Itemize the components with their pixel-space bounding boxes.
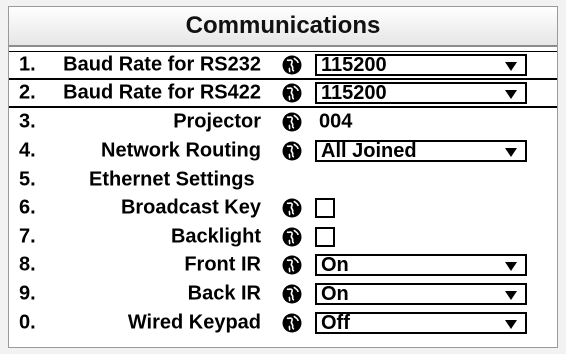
menu-row-ethernet-settings[interactable]: 5. Ethernet Settings	[9, 165, 557, 194]
triangle-down-icon	[505, 89, 517, 99]
globe-icon	[282, 112, 302, 132]
row-label: Front IR	[184, 253, 261, 276]
row-number: 9.	[19, 282, 36, 305]
projector-number: 004	[319, 110, 353, 133]
triangle-down-icon	[505, 61, 517, 71]
select-value: 115200	[321, 81, 387, 104]
triangle-down-icon	[505, 319, 517, 329]
menu-row-backlight[interactable]: 7. Backlight	[9, 223, 557, 252]
row-label: Baud Rate for RS422	[63, 81, 261, 104]
menu-row-back-ir[interactable]: 9. Back IR On	[9, 280, 557, 309]
triangle-down-icon	[505, 148, 517, 158]
projector-value[interactable]: 004	[315, 111, 352, 134]
front-ir-select[interactable]: On	[315, 254, 527, 277]
menu-title: Communications	[9, 7, 557, 47]
row-label: Wired Keypad	[127, 311, 261, 334]
baud-rs422-select[interactable]: 115200	[315, 81, 527, 104]
menu-row-front-ir[interactable]: 8. Front IR On	[9, 251, 557, 280]
globe-icon	[282, 198, 302, 218]
triangle-down-icon	[505, 291, 517, 301]
select-value: 115200	[321, 53, 387, 76]
row-label: Network Routing	[101, 139, 261, 162]
row-label: Projector	[173, 110, 261, 133]
row-number: 8.	[19, 253, 36, 276]
globe-icon	[282, 83, 302, 103]
select-value: All Joined	[321, 140, 417, 163]
menu-row-wired-keypad[interactable]: 0. Wired Keypad Off	[9, 308, 557, 337]
communications-menu: Communications 1. Baud Rate for RS232 11…	[8, 6, 558, 348]
row-number: 3.	[19, 110, 36, 133]
menu-rows: 1. Baud Rate for RS232 115200 2. Baud Ra…	[9, 51, 557, 337]
row-number: 6.	[19, 196, 36, 219]
row-number: 0.	[19, 311, 36, 334]
globe-icon	[282, 227, 302, 247]
broadcast-key-checkbox[interactable]	[315, 198, 335, 219]
row-label: Backlight	[170, 225, 261, 248]
row-label: Back IR	[187, 282, 261, 305]
globe-icon	[282, 255, 302, 275]
row-label: Baud Rate for RS232	[63, 53, 261, 76]
baud-rs232-select[interactable]: 115200	[315, 53, 527, 76]
select-value: On	[321, 283, 349, 306]
globe-icon	[282, 284, 302, 304]
globe-icon	[282, 55, 302, 75]
wired-keypad-select[interactable]: Off	[315, 311, 527, 334]
menu-row-baud-rs422[interactable]: 2. Baud Rate for RS422 115200	[9, 79, 557, 109]
row-number: 2.	[19, 81, 36, 104]
row-number: 7.	[19, 225, 36, 248]
menu-row-projector[interactable]: 3. Projector 004	[9, 108, 557, 137]
menu-row-broadcast-key[interactable]: 6. Broadcast Key	[9, 194, 557, 223]
network-routing-select[interactable]: All Joined	[315, 140, 527, 163]
backlight-checkbox[interactable]	[315, 226, 335, 247]
triangle-down-icon	[505, 262, 517, 272]
globe-icon	[282, 313, 302, 333]
back-ir-select[interactable]: On	[315, 283, 527, 306]
row-number: 5.	[19, 168, 36, 191]
select-value: Off	[321, 311, 350, 334]
menu-row-network-routing[interactable]: 4. Network Routing All Joined	[9, 137, 557, 166]
row-label: Broadcast Key	[120, 196, 261, 219]
row-number: 4.	[19, 139, 36, 162]
globe-icon	[282, 141, 302, 161]
select-value: On	[321, 254, 349, 277]
row-label: Ethernet Settings	[89, 168, 255, 191]
row-number: 1.	[19, 53, 36, 76]
menu-row-baud-rs232[interactable]: 1. Baud Rate for RS232 115200	[9, 51, 557, 80]
